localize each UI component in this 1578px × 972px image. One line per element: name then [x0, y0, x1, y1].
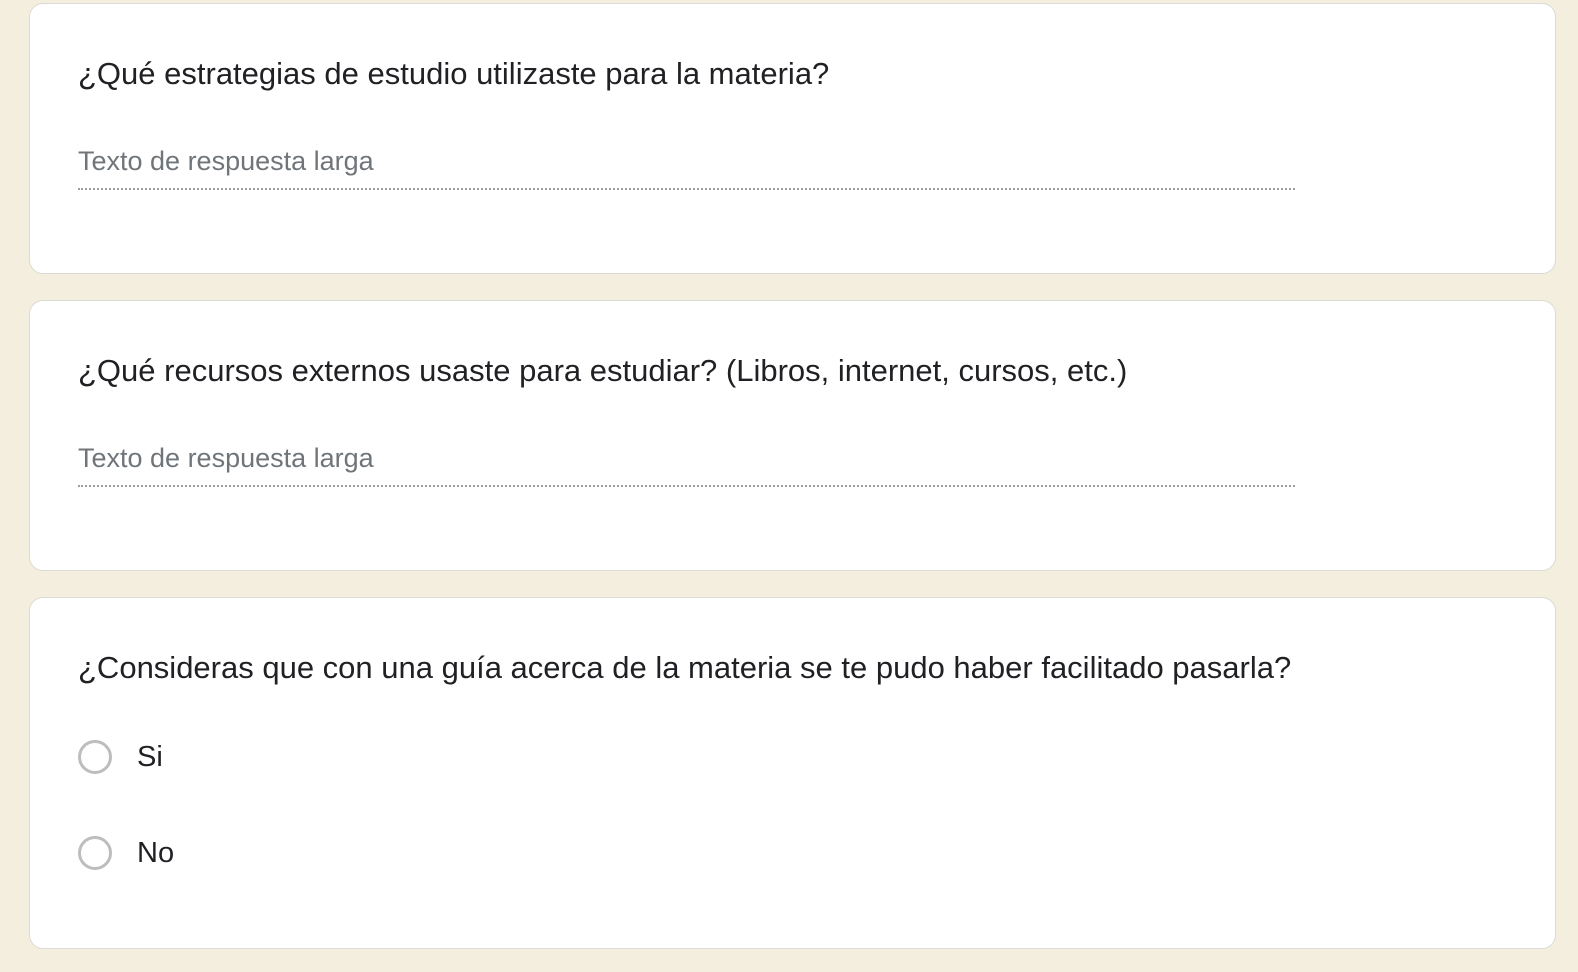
- long-answer-placeholder: Texto de respuesta larga: [78, 443, 374, 473]
- question-title: ¿Qué estrategias de estudio utilizaste p…: [78, 56, 830, 91]
- radio-option-no[interactable]: No: [78, 833, 174, 873]
- radio-option-label: Si: [137, 740, 163, 773]
- radio-option-si[interactable]: Si: [78, 737, 163, 777]
- long-answer-input[interactable]: Texto de respuesta larga: [78, 146, 1295, 190]
- question-card-resources: ¿Qué recursos externos usaste para estud…: [29, 300, 1556, 571]
- long-answer-input[interactable]: Texto de respuesta larga: [78, 443, 1295, 487]
- radio-button[interactable]: [78, 836, 112, 870]
- radio-option-label: No: [137, 836, 175, 869]
- long-answer-placeholder: Texto de respuesta larga: [78, 146, 374, 176]
- question-card-guide: ¿Consideras que con una guía acerca de l…: [29, 597, 1556, 949]
- question-title: ¿Consideras que con una guía acerca de l…: [78, 650, 1292, 685]
- question-title: ¿Qué recursos externos usaste para estud…: [78, 353, 1128, 388]
- question-card-strategies: ¿Qué estrategias de estudio utilizaste p…: [29, 3, 1556, 274]
- radio-button[interactable]: [78, 740, 112, 774]
